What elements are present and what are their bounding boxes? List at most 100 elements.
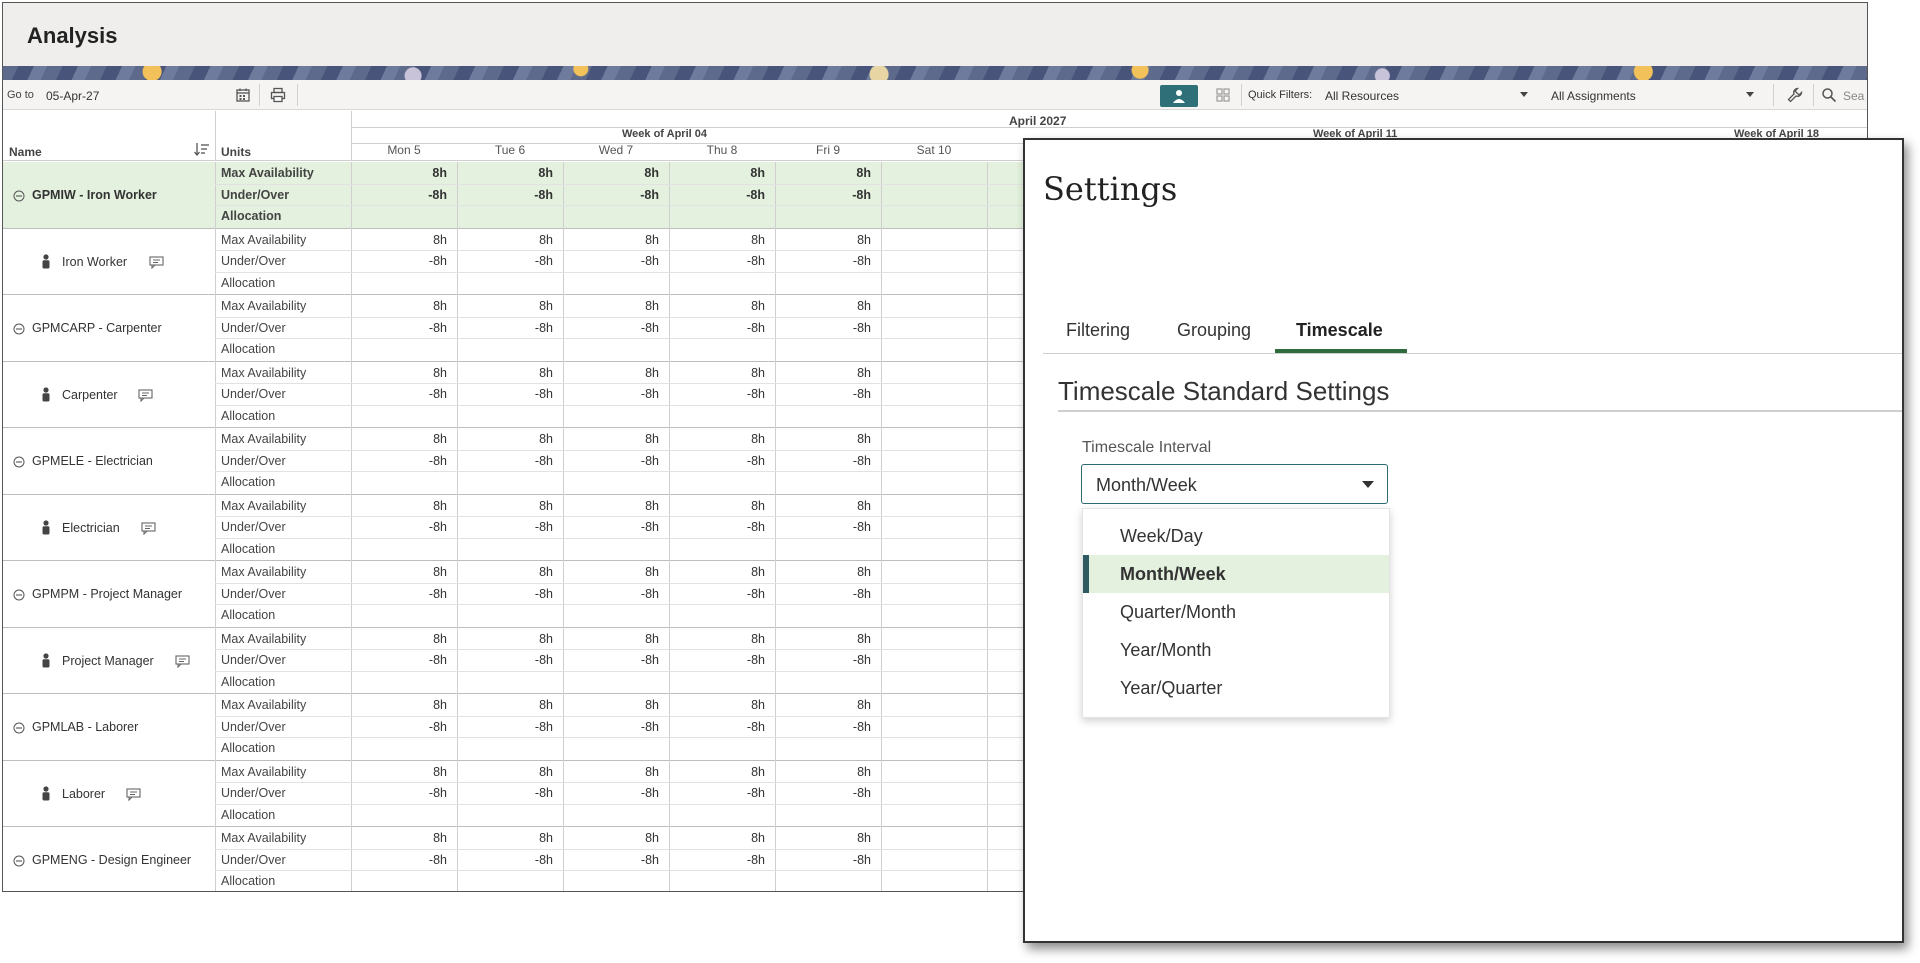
max-availability-cell[interactable]: 8h bbox=[669, 565, 765, 579]
max-availability-cell[interactable]: 8h bbox=[775, 831, 871, 845]
under-over-cell[interactable]: -8h bbox=[669, 321, 765, 335]
max-availability-cell[interactable]: 8h bbox=[563, 698, 659, 712]
under-over-cell[interactable]: -8h bbox=[775, 321, 871, 335]
under-over-cell[interactable]: -8h bbox=[669, 720, 765, 734]
max-availability-cell[interactable]: 8h bbox=[563, 765, 659, 779]
calendar-icon[interactable] bbox=[235, 87, 251, 103]
under-over-cell[interactable]: -8h bbox=[351, 321, 447, 335]
max-availability-cell[interactable]: 8h bbox=[775, 765, 871, 779]
under-over-cell[interactable]: -8h bbox=[563, 786, 659, 800]
under-over-cell[interactable]: -8h bbox=[457, 387, 553, 401]
max-availability-cell[interactable]: 8h bbox=[457, 831, 553, 845]
max-availability-cell[interactable]: 8h bbox=[669, 299, 765, 313]
under-over-cell[interactable]: -8h bbox=[457, 520, 553, 534]
under-over-cell[interactable]: -8h bbox=[563, 587, 659, 601]
max-availability-cell[interactable]: 8h bbox=[457, 299, 553, 313]
under-over-cell[interactable]: -8h bbox=[351, 188, 447, 202]
under-over-cell[interactable]: -8h bbox=[775, 454, 871, 468]
search-input[interactable]: Sea bbox=[1843, 89, 1864, 103]
max-availability-cell[interactable]: 8h bbox=[563, 499, 659, 513]
max-availability-cell[interactable]: 8h bbox=[457, 565, 553, 579]
under-over-cell[interactable]: -8h bbox=[669, 188, 765, 202]
resource-filter-select[interactable]: All Resources bbox=[1325, 89, 1399, 103]
under-over-cell[interactable]: -8h bbox=[351, 786, 447, 800]
collapse-icon[interactable] bbox=[13, 855, 25, 867]
option-quarter-month[interactable]: Quarter/Month bbox=[1083, 593, 1389, 631]
under-over-cell[interactable]: -8h bbox=[351, 520, 447, 534]
under-over-cell[interactable]: -8h bbox=[669, 853, 765, 867]
option-year-month[interactable]: Year/Month bbox=[1083, 631, 1389, 669]
option-week-day[interactable]: Week/Day bbox=[1083, 517, 1389, 555]
under-over-cell[interactable]: -8h bbox=[563, 720, 659, 734]
under-over-cell[interactable]: -8h bbox=[563, 454, 659, 468]
max-availability-cell[interactable]: 8h bbox=[563, 299, 659, 313]
collapse-icon[interactable] bbox=[13, 722, 25, 734]
tab-timescale[interactable]: Timescale bbox=[1296, 320, 1383, 341]
print-icon[interactable] bbox=[270, 87, 286, 103]
under-over-cell[interactable]: -8h bbox=[457, 254, 553, 268]
max-availability-cell[interactable]: 8h bbox=[775, 233, 871, 247]
under-over-cell[interactable]: -8h bbox=[351, 587, 447, 601]
max-availability-cell[interactable]: 8h bbox=[457, 166, 553, 180]
under-over-cell[interactable]: -8h bbox=[457, 720, 553, 734]
under-over-cell[interactable]: -8h bbox=[457, 853, 553, 867]
under-over-cell[interactable]: -8h bbox=[669, 520, 765, 534]
tab-grouping[interactable]: Grouping bbox=[1177, 320, 1251, 341]
collapse-icon[interactable] bbox=[13, 190, 25, 202]
max-availability-cell[interactable]: 8h bbox=[775, 565, 871, 579]
column-header-name[interactable]: Name bbox=[9, 145, 42, 159]
under-over-cell[interactable]: -8h bbox=[775, 853, 871, 867]
notes-icon[interactable] bbox=[175, 654, 190, 668]
max-availability-cell[interactable]: 8h bbox=[669, 831, 765, 845]
notes-icon[interactable] bbox=[141, 521, 156, 535]
notes-icon[interactable] bbox=[149, 255, 164, 269]
max-availability-cell[interactable]: 8h bbox=[351, 432, 447, 446]
chevron-down-icon[interactable] bbox=[1520, 92, 1528, 97]
under-over-cell[interactable]: -8h bbox=[457, 454, 553, 468]
collapse-icon[interactable] bbox=[13, 456, 25, 468]
under-over-cell[interactable]: -8h bbox=[775, 653, 871, 667]
notes-icon[interactable] bbox=[138, 388, 153, 402]
under-over-cell[interactable]: -8h bbox=[563, 254, 659, 268]
max-availability-cell[interactable]: 8h bbox=[457, 432, 553, 446]
max-availability-cell[interactable]: 8h bbox=[351, 499, 447, 513]
max-availability-cell[interactable]: 8h bbox=[563, 166, 659, 180]
timescale-interval-select[interactable]: Month/Week bbox=[1081, 464, 1388, 504]
max-availability-cell[interactable]: 8h bbox=[457, 632, 553, 646]
sort-icon[interactable] bbox=[194, 142, 210, 156]
under-over-cell[interactable]: -8h bbox=[457, 587, 553, 601]
max-availability-cell[interactable]: 8h bbox=[669, 765, 765, 779]
option-month-week[interactable]: Month/Week bbox=[1083, 555, 1389, 593]
under-over-cell[interactable]: -8h bbox=[457, 188, 553, 202]
max-availability-cell[interactable]: 8h bbox=[669, 166, 765, 180]
under-over-cell[interactable]: -8h bbox=[351, 254, 447, 268]
under-over-cell[interactable]: -8h bbox=[775, 254, 871, 268]
max-availability-cell[interactable]: 8h bbox=[669, 432, 765, 446]
max-availability-cell[interactable]: 8h bbox=[775, 166, 871, 180]
under-over-cell[interactable]: -8h bbox=[669, 254, 765, 268]
max-availability-cell[interactable]: 8h bbox=[669, 233, 765, 247]
under-over-cell[interactable]: -8h bbox=[351, 454, 447, 468]
under-over-cell[interactable]: -8h bbox=[351, 653, 447, 667]
under-over-cell[interactable]: -8h bbox=[563, 321, 659, 335]
under-over-cell[interactable]: -8h bbox=[457, 321, 553, 335]
max-availability-cell[interactable]: 8h bbox=[775, 366, 871, 380]
max-availability-cell[interactable]: 8h bbox=[669, 499, 765, 513]
max-availability-cell[interactable]: 8h bbox=[563, 432, 659, 446]
wrench-icon[interactable] bbox=[1787, 87, 1803, 103]
max-availability-cell[interactable]: 8h bbox=[775, 299, 871, 313]
under-over-cell[interactable]: -8h bbox=[669, 387, 765, 401]
search-icon[interactable] bbox=[1821, 87, 1837, 103]
max-availability-cell[interactable]: 8h bbox=[457, 499, 553, 513]
max-availability-cell[interactable]: 8h bbox=[351, 698, 447, 712]
assignment-filter-select[interactable]: All Assignments bbox=[1551, 89, 1636, 103]
under-over-cell[interactable]: -8h bbox=[563, 387, 659, 401]
max-availability-cell[interactable]: 8h bbox=[775, 499, 871, 513]
under-over-cell[interactable]: -8h bbox=[775, 520, 871, 534]
goto-date-input[interactable]: 05-Apr-27 bbox=[46, 89, 99, 103]
max-availability-cell[interactable]: 8h bbox=[457, 366, 553, 380]
max-availability-cell[interactable]: 8h bbox=[351, 565, 447, 579]
under-over-cell[interactable]: -8h bbox=[669, 454, 765, 468]
tab-filtering[interactable]: Filtering bbox=[1066, 320, 1130, 341]
max-availability-cell[interactable]: 8h bbox=[563, 831, 659, 845]
